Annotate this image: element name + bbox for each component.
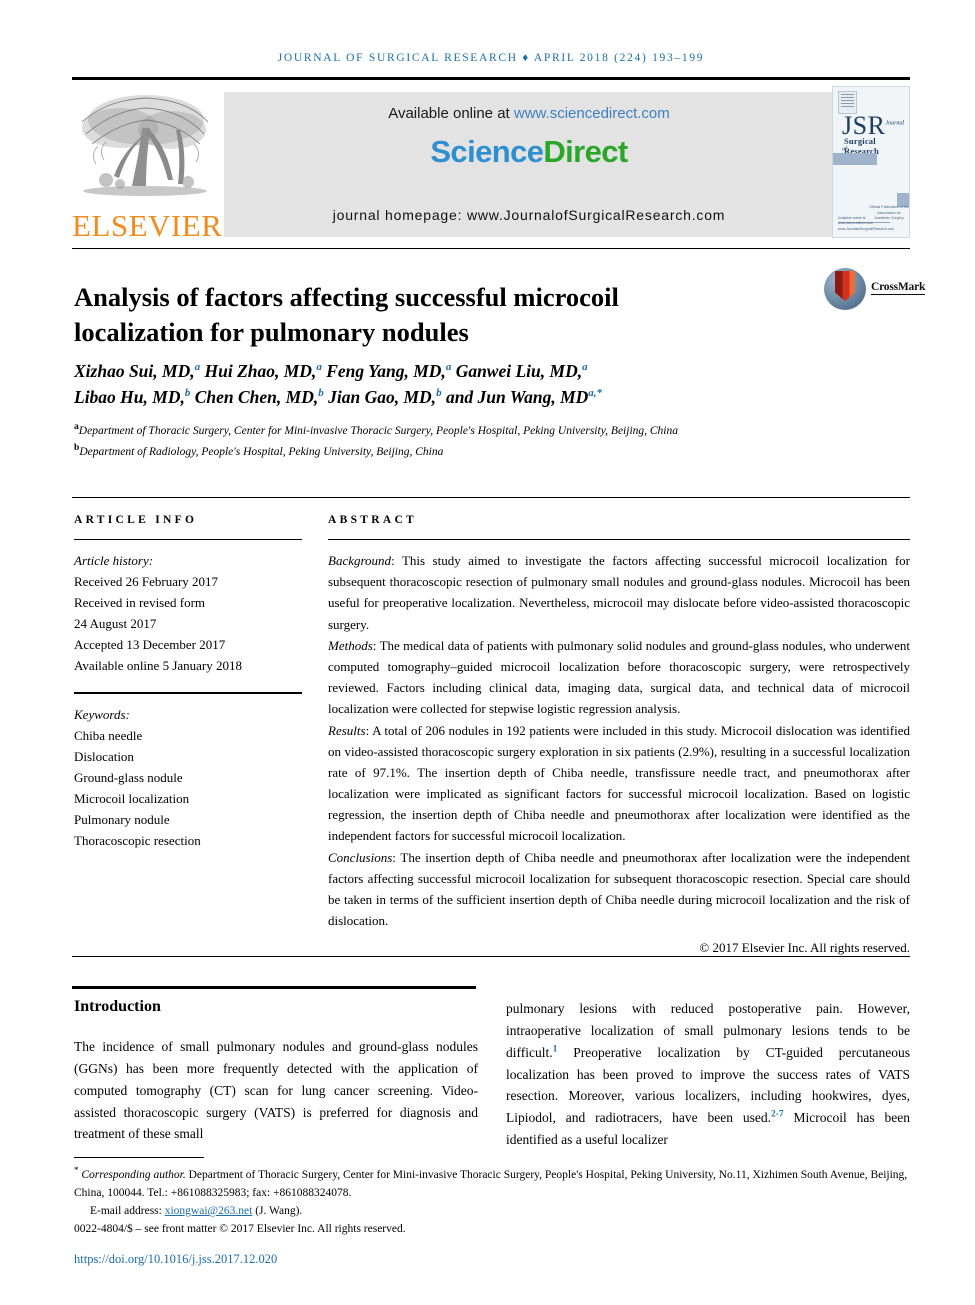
abstract-section-label: Background (328, 553, 392, 568)
abstract-section-text: This study aimed to investigate the fact… (328, 553, 910, 632)
email-address[interactable]: xiongwai@263.net (165, 1205, 253, 1217)
keywords-divider (74, 692, 302, 694)
article-history: Article history: Received 26 February 20… (74, 550, 302, 676)
running-head: JOURNAL OF SURGICAL RESEARCH ♦ APRIL 201… (277, 52, 705, 64)
abstract-section: Background: This study aimed to investig… (328, 550, 910, 635)
footnote-rule (74, 1157, 204, 1158)
abstract-colon: : (391, 553, 402, 568)
history-item: Accepted 13 December 2017 (74, 637, 226, 653)
sciencedirect-logo[interactable]: ScienceDirect (224, 134, 834, 170)
issn-copyright-line: 0022-4804/$ – see front matter © 2017 El… (74, 1223, 406, 1236)
abstract-column: ABSTRACT Background: This study aimed to… (328, 514, 910, 959)
body-section-rule (72, 986, 476, 989)
email-label: E-mail address: (90, 1205, 165, 1218)
sciencedirect-logo-direct: Direct (543, 134, 628, 169)
abstract-end-rule (72, 956, 910, 957)
abstract-section-label: Conclusions (328, 849, 393, 865)
abstract-section-text: The medical data of patients with pulmon… (328, 637, 910, 717)
crossmark-badge[interactable]: CrossMark (824, 268, 926, 314)
masthead: ELSEVIER Available online at www.science… (72, 86, 910, 244)
journal-homepage-line[interactable]: journal homepage: www.JournalofSurgicalR… (224, 207, 834, 223)
history-item: Received 26 February 2017 (74, 574, 219, 590)
masthead-rule (72, 248, 910, 249)
keyword-item: Chiba needle (74, 727, 143, 743)
history-item: Received in revised form (74, 595, 206, 611)
paper-page: JOURNAL OF SURGICAL RESEARCH ♦ APRIL 201… (0, 0, 975, 1305)
elsevier-wordmark: ELSEVIER (72, 208, 223, 243)
cover-accent-bar-left (833, 153, 877, 165)
abstract-body: Background: This study aimed to investig… (328, 550, 910, 959)
keyword-item: Dislocation (74, 748, 134, 764)
header-rule (72, 77, 910, 80)
author-line-2: Libao Hu, MD,b Chen Chen, MD,b Jian Gao,… (74, 387, 603, 408)
section-heading-introduction: Introduction (74, 998, 161, 1015)
abstract-section: Methods: The medical data of patients wi… (328, 635, 910, 720)
keyword-item: Microcoil localization (74, 790, 190, 806)
affiliation-a: aDepartment of Thoracic Surgery, Center … (74, 421, 678, 437)
available-online-prefix: Available online at (388, 105, 514, 122)
history-item: Available online 5 January 2018 (74, 658, 242, 674)
sciencedirect-banner: Available online at www.sciencedirect.co… (224, 92, 834, 237)
abstract-colon: : (372, 637, 380, 653)
sciencedirect-url[interactable]: www.sciencedirect.com (514, 105, 670, 122)
keyword-item: Thoracoscopic resection (74, 833, 201, 849)
elsevier-logo: ELSEVIER (72, 86, 223, 244)
abstract-divider (328, 539, 910, 540)
article-info-column: ARTICLE INFO Article history: Received 2… (74, 514, 302, 851)
cover-footer-text: Available online at www.sciencedirect.co… (838, 215, 895, 231)
affiliations: aDepartment of Thoracic Surgery, Center … (74, 420, 794, 461)
body-column-right: pulmonary lesions with reduced postopera… (506, 1001, 910, 1148)
sciencedirect-logo-science: Science (430, 134, 544, 169)
author-line-1: Xizhao Sui, MD,a Hui Zhao, MD,a Feng Yan… (74, 361, 588, 381)
abstract-section: Results: A total of 206 nodules in 192 p… (328, 720, 910, 847)
article-info-divider (74, 539, 302, 540)
keywords-block: Keywords: Chiba needle Dislocation Groun… (74, 704, 302, 851)
corresponding-marker: * (74, 1165, 79, 1175)
keywords-label: Keywords: (74, 706, 130, 722)
abstract-heading: ABSTRACT (328, 514, 418, 526)
crossmark-icon (824, 268, 866, 310)
email-line: E-mail address: xiongwai@263.net (J. Wan… (74, 1202, 910, 1220)
corresponding-text: Department of Thoracic Surgery, Center f… (74, 1168, 908, 1199)
keyword-item: Pulmonary nodule (74, 812, 170, 828)
crossmark-label: CrossMark (871, 281, 926, 295)
abstract-section-text: A total of 206 nodules in 192 patients w… (328, 722, 910, 844)
author-list: Xizhao Sui, MD,a Hui Zhao, MD,a Feng Yan… (74, 358, 774, 411)
corresponding-label: Corresponding author. (81, 1168, 186, 1181)
article-info-heading: ARTICLE INFO (74, 514, 198, 526)
abstract-section: Conclusions: The insertion depth of Chib… (328, 847, 910, 932)
footnote-block: * Corresponding author. Department of Th… (74, 1163, 910, 1238)
elsevier-tree-icon (81, 95, 209, 196)
abstract-section-label: Results (328, 722, 366, 738)
email-suffix: (J. Wang). (252, 1205, 303, 1218)
history-item: 24 August 2017 (74, 616, 157, 632)
article-history-label: Article history: (74, 553, 154, 568)
abstract-section-text: The insertion depth of Chiba needle and … (328, 849, 910, 929)
abstract-section-label: Methods (328, 637, 373, 653)
corresponding-author-note: * Corresponding author. Department of Th… (74, 1163, 910, 1202)
keyword-item: Ground-glass nodule (74, 769, 183, 785)
affiliation-b: bDepartment of Radiology, People's Hospi… (74, 441, 444, 458)
journal-cover-thumbnail: JSRJournal of Surgical Research Official… (832, 86, 910, 238)
info-section-rule (72, 497, 910, 498)
doi-link[interactable]: https://doi.org/10.1016/j.jss.2017.12.02… (74, 1252, 277, 1267)
crossmark-book-shape (835, 271, 855, 301)
page-title: Analysis of factors affecting successful… (74, 281, 619, 347)
available-online-line: Available online at www.sciencedirect.co… (224, 105, 834, 122)
body-column-left: The incidence of small pulmonary nodules… (74, 1039, 478, 1142)
